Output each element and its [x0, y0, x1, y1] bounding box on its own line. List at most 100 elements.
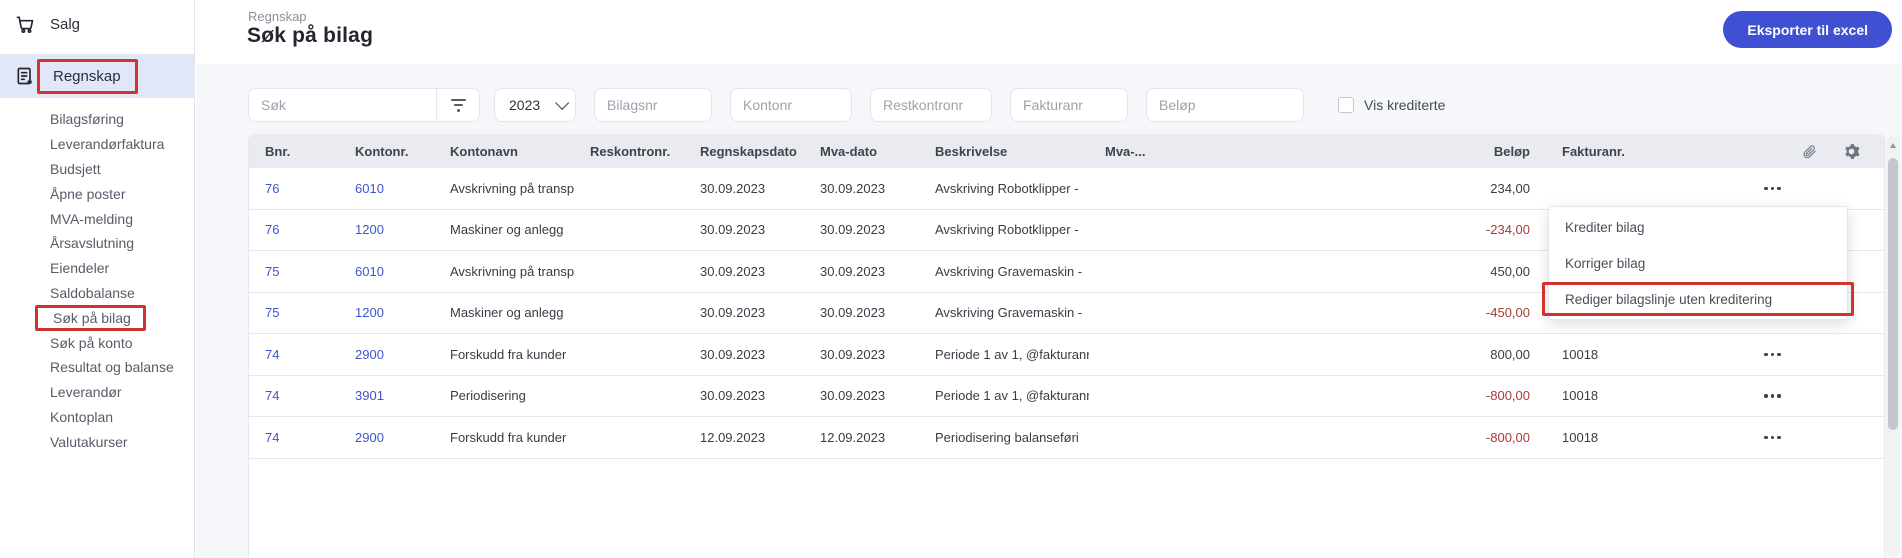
- sidebar-subitem[interactable]: Åpne poster: [0, 181, 194, 206]
- scrollbar-thumb[interactable]: [1888, 158, 1898, 430]
- beskrivelse-cell: Periode 1 av 1, @fakturanr: [935, 346, 1089, 362]
- kontonavn-cell: Periodisering: [450, 388, 526, 404]
- mva-dato-cell: 30.09.2023: [820, 263, 886, 279]
- vis-krediterte-checkbox[interactable]: Vis krediterte: [1338, 97, 1445, 113]
- sidebar-subitem[interactable]: Resultat og balanse: [0, 355, 194, 380]
- row-menu-icon[interactable]: [1764, 344, 1781, 364]
- mva-dato-cell: 30.09.2023: [820, 388, 886, 404]
- row-actions: [1701, 386, 1884, 406]
- sidebar-subitem[interactable]: Søk på bilag: [0, 304, 194, 331]
- kontonr-input[interactable]: [730, 88, 852, 122]
- belop-input[interactable]: [1146, 88, 1304, 122]
- row-menu-icon[interactable]: [1764, 386, 1781, 406]
- sidebar-subitem[interactable]: Budsjett: [0, 157, 194, 182]
- belop-cell: 234,00: [1490, 180, 1530, 196]
- gear-icon[interactable]: [1843, 143, 1860, 160]
- col-belop[interactable]: Beløp: [1234, 144, 1546, 159]
- export-to-excel-button[interactable]: Eksporter til excel: [1723, 11, 1892, 48]
- sidebar-subitem[interactable]: Saldobalanse: [0, 281, 194, 306]
- col-beskrivelse[interactable]: Beskrivelse: [919, 144, 1089, 159]
- col-regnskapsdato[interactable]: Regnskapsdato: [684, 144, 804, 159]
- kontonavn-cell: Avskrivning på transportr: [450, 263, 574, 279]
- bnr-link[interactable]: 76: [249, 222, 339, 237]
- context-menu-item[interactable]: Krediter bilag: [1549, 209, 1847, 245]
- table-header-row: Bnr. Kontonr. Kontonavn Reskontronr. Reg…: [249, 135, 1884, 168]
- kontonr-link[interactable]: 2900: [339, 430, 434, 445]
- row-context-menu: Krediter bilag Korriger bilag Rediger bila…: [1542, 206, 1854, 320]
- sidebar-subitem[interactable]: Leverandør: [0, 380, 194, 405]
- sidebar-item-salg[interactable]: Salg: [0, 0, 194, 48]
- context-menu-item[interactable]: Rediger bilagslinje uten kreditering: [1542, 281, 1854, 317]
- year-select[interactable]: 2023: [494, 88, 576, 122]
- row-menu-icon[interactable]: [1764, 178, 1781, 198]
- col-mva[interactable]: Mva-...: [1089, 144, 1234, 159]
- table-row[interactable]: 76 6010 Avskrivning på transportr 30.09.…: [249, 168, 1884, 210]
- sidebar-subitem[interactable]: Kontoplan: [0, 405, 194, 430]
- ledger-icon: [14, 65, 36, 87]
- mva-dato-cell: 30.09.2023: [820, 305, 886, 321]
- checkbox-box[interactable]: [1338, 97, 1354, 113]
- bnr-link[interactable]: 76: [249, 181, 339, 196]
- regnskapsdato-cell: 30.09.2023: [700, 388, 766, 404]
- table-row[interactable]: 74 2900 Forskudd fra kunder 30.09.2023 3…: [249, 334, 1884, 376]
- bilagsnr-input[interactable]: [594, 88, 712, 122]
- sidebar-subitem[interactable]: Årsavslutning: [0, 231, 194, 256]
- restkontronr-input[interactable]: [870, 88, 992, 122]
- bnr-link[interactable]: 74: [249, 430, 339, 445]
- table-row[interactable]: 74 3901 Periodisering 30.09.2023 30.09.2…: [249, 375, 1884, 417]
- sidebar-subitem[interactable]: Søk på konto: [0, 330, 194, 355]
- bnr-link[interactable]: 75: [249, 305, 339, 320]
- col-mva-dato[interactable]: Mva-dato: [804, 144, 919, 159]
- col-reskontronr[interactable]: Reskontronr.: [574, 144, 684, 159]
- row-menu-icon[interactable]: [1764, 427, 1781, 447]
- bnr-link[interactable]: 74: [249, 347, 339, 362]
- filter-bar: 2023 Vis krediterte: [248, 88, 1902, 122]
- beskrivelse-cell: Avskriving Gravemaskin -: [935, 263, 1083, 279]
- fakturanr-input[interactable]: [1010, 88, 1128, 122]
- table-row[interactable]: 74 2900 Forskudd fra kunder 12.09.2023 1…: [249, 417, 1884, 459]
- kontonr-link[interactable]: 1200: [339, 305, 434, 320]
- mva-dato-cell: 30.09.2023: [820, 222, 886, 238]
- sidebar-subitem[interactable]: Eiendeler: [0, 256, 194, 281]
- sidebar-subitem[interactable]: MVA-melding: [0, 206, 194, 231]
- beskrivelse-cell: Avskriving Robotklipper -: [935, 180, 1079, 196]
- cart-icon: [14, 13, 36, 35]
- col-fakturanr[interactable]: Fakturanr.: [1546, 144, 1701, 159]
- sidebar-item-label: Salg: [50, 15, 81, 33]
- kontonr-link[interactable]: 6010: [339, 181, 434, 196]
- sidebar-subitem[interactable]: Valutakurser: [0, 429, 194, 454]
- kontonr-link[interactable]: 1200: [339, 222, 434, 237]
- sidebar: Salg Regnskap Bilagsføring Leverandørfakt…: [0, 0, 195, 558]
- sidebar-item-regnskap[interactable]: Regnskap: [0, 54, 194, 98]
- sidebar-subitem[interactable]: Bilagsføring: [0, 107, 194, 132]
- col-kontonavn[interactable]: Kontonavn: [434, 144, 574, 159]
- regnskapsdato-cell: 30.09.2023: [700, 305, 766, 321]
- belop-cell: 800,00: [1490, 346, 1530, 362]
- sidebar-subitem[interactable]: Leverandørfaktura: [0, 132, 194, 157]
- scroll-up-arrow-icon[interactable]: [1889, 143, 1896, 148]
- filter-icon[interactable]: [437, 98, 479, 112]
- col-kontonr[interactable]: Kontonr.: [339, 144, 434, 159]
- kontonavn-cell: Maskiner og anlegg: [450, 222, 564, 238]
- paperclip-icon[interactable]: [1802, 144, 1817, 159]
- breadcrumb[interactable]: Regnskap: [248, 9, 307, 24]
- belop-cell: -800,00: [1485, 388, 1530, 404]
- belop-cell: -234,00: [1485, 222, 1530, 238]
- page-header: Regnskap Søk på bilag Eksporter til exce…: [196, 0, 1902, 64]
- kontonr-link[interactable]: 3901: [339, 388, 434, 403]
- col-bnr[interactable]: Bnr.: [249, 144, 339, 159]
- search-input[interactable]: [249, 97, 436, 113]
- kontonr-link[interactable]: 6010: [339, 264, 434, 279]
- context-menu-item[interactable]: Korriger bilag: [1549, 245, 1847, 281]
- search-box: [248, 88, 480, 122]
- kontonr-link[interactable]: 2900: [339, 347, 434, 362]
- bnr-link[interactable]: 75: [249, 264, 339, 279]
- bnr-link[interactable]: 74: [249, 388, 339, 403]
- vertical-scrollbar[interactable]: [1886, 136, 1900, 556]
- belop-cell: 450,00: [1490, 263, 1530, 279]
- kontonavn-cell: Forskudd fra kunder: [450, 346, 567, 362]
- mva-dato-cell: 30.09.2023: [820, 180, 886, 196]
- regnskapsdato-cell: 30.09.2023: [700, 180, 766, 196]
- kontonavn-cell: Maskiner og anlegg: [450, 305, 564, 321]
- regnskapsdato-cell: 30.09.2023: [700, 346, 766, 362]
